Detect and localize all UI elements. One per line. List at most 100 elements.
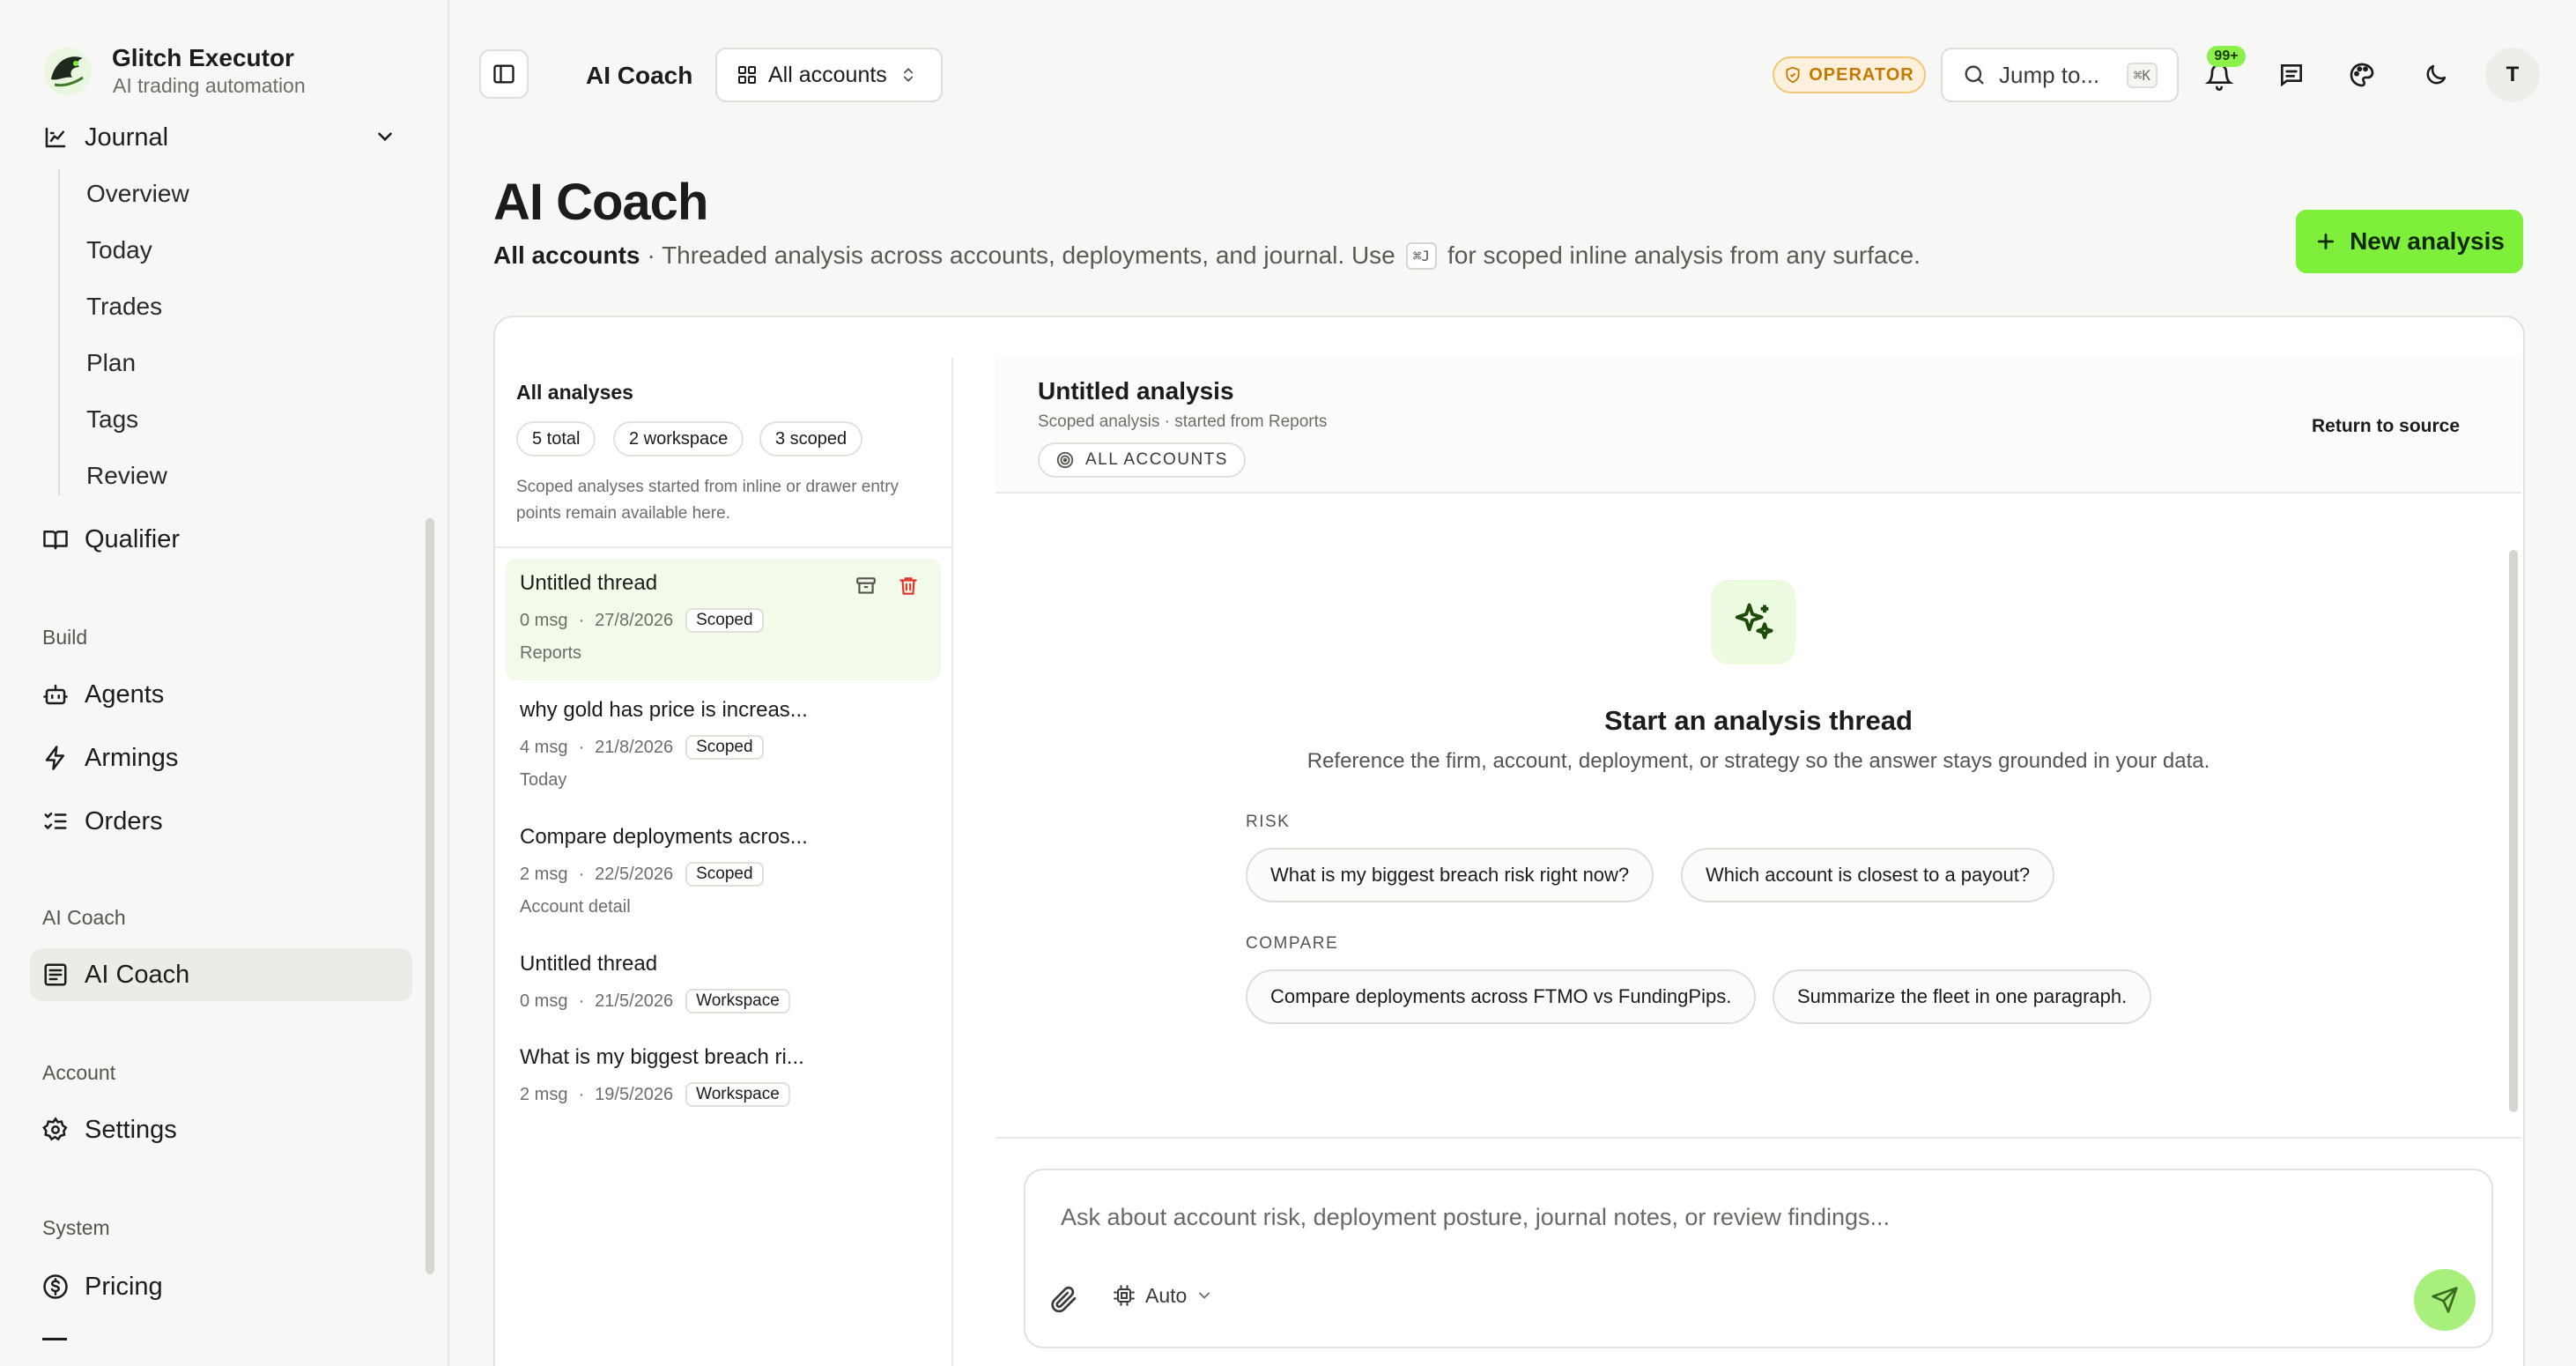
filter-chip-workspace[interactable]: 2 workspace	[613, 421, 744, 457]
filter-chip-scoped[interactable]: 3 scoped	[759, 421, 863, 457]
thread-msg-count: 0 msg	[520, 610, 568, 630]
truncated-nav-icon	[42, 1338, 67, 1343]
thread-scrollbar[interactable]	[2509, 550, 2518, 1112]
sidebar-item-today[interactable]: Today	[86, 236, 152, 264]
thread-tag: Scoped	[685, 862, 764, 887]
sidebar-scrollbar[interactable]	[426, 518, 434, 1274]
thread-item[interactable]: Untitled thread 0 msg · 27/8/2026 Scoped…	[506, 559, 941, 680]
section-label-account: Account	[42, 1061, 116, 1084]
subtitle-text: · Threaded analysis across accounts, dep…	[647, 241, 1395, 269]
target-icon	[1055, 450, 1075, 470]
thread-tag: Workspace	[685, 989, 790, 1013]
thread-source: Reports	[520, 643, 582, 663]
dollar-circle-icon	[41, 1272, 70, 1302]
subtitle-scope: All accounts	[493, 241, 640, 269]
filter-chip-total[interactable]: 5 total	[516, 421, 596, 457]
suggestion-chip[interactable]: Which account is closest to a payout?	[1681, 848, 2055, 902]
chevron-down-icon[interactable]	[374, 125, 396, 148]
messages-button[interactable]	[2269, 53, 2313, 97]
topbar-title: AI Coach	[586, 62, 693, 89]
chevron-down-icon	[1195, 1287, 1213, 1304]
subtitle-tail: for scoped inline analysis from any surf…	[1447, 241, 1921, 269]
new-analysis-label: New analysis	[2350, 227, 2505, 255]
sidebar-item-label: Agents	[85, 679, 165, 709]
composer[interactable]	[1024, 1169, 2493, 1348]
section-label-system: System	[42, 1216, 110, 1239]
sidebar-item-settings[interactable]: Settings	[30, 1103, 412, 1156]
thread-source: Today	[520, 770, 567, 790]
thread-date: 27/8/2026	[595, 610, 674, 630]
divider	[996, 1137, 2521, 1139]
sidebar-item-trades[interactable]: Trades	[86, 293, 162, 321]
sidebar-item-pricing[interactable]: Pricing	[30, 1260, 412, 1313]
theme-palette-button[interactable]	[2340, 53, 2384, 97]
sidebar-item-ai-coach[interactable]: AI Coach	[30, 948, 412, 1001]
analyses-note: Scoped analyses started from inline or d…	[516, 478, 899, 523]
sidebar-item-agents[interactable]: Agents	[30, 668, 412, 721]
sidebar-item-label: AI Coach	[85, 960, 190, 989]
cpu-icon	[1112, 1283, 1136, 1308]
suggestion-chip[interactable]: What is my biggest breach risk right now…	[1246, 848, 1654, 902]
paperclip-icon[interactable]	[1048, 1283, 1080, 1315]
suggestion-group-compare: COMPARE	[1246, 934, 1339, 953]
sidebar-item-armings[interactable]: Armings	[30, 731, 412, 784]
sidebar-item-plan[interactable]: Plan	[86, 349, 136, 377]
grid-icon	[737, 64, 758, 85]
sparkles-icon	[1711, 580, 1795, 664]
brand-logo-icon[interactable]	[42, 46, 93, 97]
divider	[495, 546, 953, 548]
sidebar-item-journal[interactable]: Journal	[30, 111, 412, 164]
sidebar-item-label: Armings	[85, 743, 179, 772]
thread-meta: 0 msg · 27/8/2026 Scoped	[520, 608, 764, 633]
thread-item[interactable]: Compare deployments acros... 2 msg · 22/…	[506, 813, 941, 934]
chevrons-up-down-icon	[899, 66, 917, 84]
thread-tag: Scoped	[685, 735, 764, 760]
thread-msg-count: 2 msg	[520, 1084, 568, 1104]
thread-item[interactable]: Untitled thread 0 msg · 21/5/2026 Worksp…	[506, 939, 941, 1028]
archive-icon[interactable]	[855, 575, 877, 598]
moon-icon	[2423, 62, 2449, 88]
thread-title: Untitled thread	[520, 571, 658, 595]
sidebar-item-qualifier[interactable]: Qualifier	[30, 513, 412, 566]
avatar[interactable]: T	[2485, 48, 2540, 102]
sidebar-item-label: Journal	[85, 122, 169, 152]
notification-count-badge: 99+	[2207, 46, 2246, 67]
sidebar-item-orders[interactable]: Orders	[30, 795, 412, 848]
suggestion-chip[interactable]: Compare deployments across FTMO vs Fundi…	[1246, 969, 1757, 1024]
message-square-text-icon	[2277, 61, 2306, 89]
thread-msg-count: 4 msg	[520, 737, 568, 757]
thread-title: Compare deployments acros...	[520, 825, 808, 849]
thread-source: Account detail	[520, 897, 631, 917]
scope-pill[interactable]: ALL ACCOUNTS	[1038, 442, 1246, 478]
jump-to-label: Jump to...	[1999, 61, 2100, 88]
model-select[interactable]: Auto	[1112, 1283, 1213, 1308]
thread-date: 22/5/2026	[595, 864, 674, 884]
thread-actions	[855, 575, 920, 598]
section-label-ai-coach: AI Coach	[42, 906, 126, 929]
new-analysis-button[interactable]: New analysis	[2296, 210, 2523, 273]
section-label-build: Build	[42, 626, 88, 649]
empty-state-subtitle: Reference the firm, account, deployment,…	[1307, 749, 2210, 773]
book-open-icon	[41, 524, 70, 554]
composer-input[interactable]: Ask about account risk, deployment postu…	[1061, 1204, 1890, 1231]
return-to-source-link[interactable]: Return to source	[2312, 416, 2460, 437]
jump-to-button[interactable]: Jump to... ⌘K	[1941, 48, 2179, 102]
send-button[interactable]	[2414, 1269, 2476, 1331]
thread-item[interactable]: What is my biggest breach ri... 2 msg · …	[506, 1033, 941, 1121]
dark-mode-toggle[interactable]	[2414, 53, 2458, 97]
page-subtitle: All accounts · Threaded analysis across …	[493, 241, 1921, 270]
journal-icon	[41, 122, 70, 152]
account-select[interactable]: All accounts	[715, 48, 943, 102]
sidebar: Glitch Executor AI trading automation Jo…	[0, 0, 449, 1366]
thread-panel-subtitle: Scoped analysis · started from Reports	[1038, 412, 1328, 431]
role-badge: OPERATOR	[1773, 56, 1926, 93]
thread-msg-count: 2 msg	[520, 864, 568, 884]
suggestion-chip[interactable]: Summarize the fleet in one paragraph.	[1773, 969, 2152, 1024]
thread-date: 21/5/2026	[595, 991, 674, 1011]
thread-item[interactable]: why gold has price is increas... 4 msg ·…	[506, 686, 941, 807]
sidebar-item-tags[interactable]: Tags	[86, 405, 138, 434]
trash-icon[interactable]	[897, 575, 920, 598]
sidebar-item-review[interactable]: Review	[86, 462, 167, 490]
sidebar-toggle-button[interactable]	[479, 49, 529, 99]
sidebar-item-overview[interactable]: Overview	[86, 180, 189, 208]
